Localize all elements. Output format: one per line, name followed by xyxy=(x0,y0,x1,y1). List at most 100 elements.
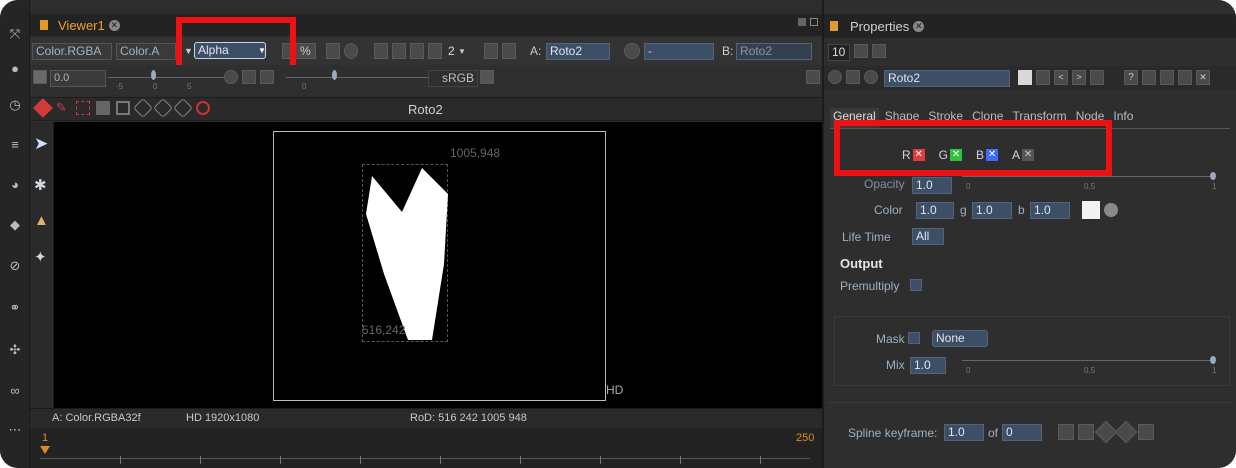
center-node-icon[interactable] xyxy=(846,70,860,84)
clear-panels-button[interactable] xyxy=(854,44,868,58)
opacity-slider-handle[interactable] xyxy=(1210,172,1216,180)
panel-menu-icon[interactable] xyxy=(40,20,48,30)
restore-defaults-icon[interactable] xyxy=(1090,70,1104,85)
tab-info[interactable]: Info xyxy=(1110,108,1136,128)
roto-shape[interactable] xyxy=(362,164,450,344)
premultiply-checkbox[interactable] xyxy=(910,279,922,291)
brush-tool-icon[interactable]: ✦ xyxy=(34,248,52,268)
filter-tool-icon[interactable]: ◆ xyxy=(5,215,25,235)
overlay-button[interactable] xyxy=(392,43,406,59)
pause-button[interactable] xyxy=(502,43,516,59)
add-point-icon[interactable]: ✱ xyxy=(34,176,52,196)
channel-tool-icon[interactable]: ≡ xyxy=(5,134,25,154)
auto-contrast-button[interactable] xyxy=(224,70,238,84)
mix-slider-handle[interactable] xyxy=(1210,356,1216,364)
roto-ripple-icon[interactable] xyxy=(196,101,210,115)
gain-slider-handle[interactable] xyxy=(151,70,156,80)
collapse-node-icon[interactable] xyxy=(828,70,842,84)
transform-tool-icon[interactable]: ⤧ xyxy=(5,24,25,44)
node-settings-icon[interactable] xyxy=(864,70,878,84)
mask-checkbox[interactable] xyxy=(908,332,920,344)
gain-toggle-button[interactable] xyxy=(33,70,47,84)
proxy-level-value[interactable]: 2 xyxy=(448,44,455,58)
clip-warning-button[interactable] xyxy=(344,43,358,59)
bbox-bottom-left-label: 516,242 xyxy=(362,323,406,337)
roto-feather-icon[interactable] xyxy=(96,101,110,115)
help-icon[interactable]: ? xyxy=(1124,70,1138,85)
minimize-node-icon[interactable] xyxy=(1160,70,1174,85)
spline-keyframe-field[interactable]: 1.0 xyxy=(944,424,984,441)
gain-slider-track[interactable] xyxy=(108,77,228,78)
other-tool-icon[interactable]: ∞ xyxy=(5,380,25,400)
opacity-slider-track[interactable] xyxy=(962,176,1214,177)
color-g-field[interactable]: 1.0 xyxy=(972,202,1012,219)
mask-select[interactable]: None xyxy=(932,330,988,347)
roto-pen-tool-icon[interactable]: ✎ xyxy=(56,101,70,115)
float-panel-icon[interactable] xyxy=(798,18,806,26)
color-label: Color xyxy=(874,203,903,217)
color-picker-button[interactable] xyxy=(806,70,820,84)
color-r-field[interactable]: 1.0 xyxy=(916,202,954,219)
3d-tool-icon[interactable]: ✣ xyxy=(5,340,25,360)
timeline-tick xyxy=(680,456,681,464)
panel-menu-icon[interactable] xyxy=(830,21,838,31)
minimize-panels-button[interactable] xyxy=(872,44,886,58)
prev-keyframe-icon[interactable] xyxy=(1058,424,1074,440)
color-picker-icon[interactable] xyxy=(1104,203,1118,217)
color-tool-icon[interactable]: ◕ xyxy=(5,174,25,194)
gamma-slider-track[interactable] xyxy=(286,77,446,78)
refresh-button[interactable] xyxy=(484,43,498,59)
channels-main-select[interactable]: Color.A xyxy=(116,43,176,60)
merge-tool-icon[interactable]: ⚭ xyxy=(5,298,25,318)
bezier-tool-icon[interactable]: ▲ xyxy=(34,212,52,232)
viewer-toolbar-row2 xyxy=(30,65,822,95)
close-tab-icon[interactable]: ✕ xyxy=(108,19,120,31)
colorspace-select[interactable]: sRGB xyxy=(428,70,478,87)
gain-value-field[interactable]: 0.0 xyxy=(50,70,106,87)
viewer-tab[interactable]: Viewer1 ✕ xyxy=(36,16,124,34)
paint-tool-icon[interactable]: ● xyxy=(5,58,25,78)
redo-icon[interactable]: > xyxy=(1072,70,1086,85)
mix-field[interactable]: 1.0 xyxy=(910,357,946,374)
input-a-select[interactable]: Roto2 xyxy=(546,43,610,60)
select-arrow-icon[interactable]: ➤ xyxy=(34,134,52,154)
more-tools-icon[interactable]: ⋯ xyxy=(5,420,25,440)
merge-operator-select[interactable]: - xyxy=(644,43,714,60)
overlay-color-icon[interactable] xyxy=(1036,70,1050,85)
roto-bbox-tool-icon[interactable] xyxy=(76,101,90,115)
checkerboard-button[interactable] xyxy=(480,70,494,84)
float-node-icon[interactable] xyxy=(1178,70,1192,85)
playhead-marker[interactable] xyxy=(40,446,50,454)
keyer-tool-icon[interactable]: ⊘ xyxy=(5,256,25,276)
color-b-field[interactable]: 1.0 xyxy=(1030,202,1070,219)
time-tool-icon[interactable]: ◷ xyxy=(5,95,25,115)
pin-icon[interactable] xyxy=(1142,70,1156,85)
opacity-field[interactable]: 1.0 xyxy=(912,177,952,194)
timeline[interactable] xyxy=(30,428,822,468)
render-scale-button[interactable] xyxy=(410,43,424,59)
mix-slider-track[interactable] xyxy=(962,360,1214,361)
gamma-reset-button[interactable] xyxy=(260,70,274,84)
input-b-select[interactable]: Roto2 xyxy=(736,43,812,60)
properties-tab[interactable]: Properties ✕ xyxy=(830,16,925,36)
undo-icon[interactable]: < xyxy=(1054,70,1068,85)
mipmap-button[interactable] xyxy=(428,43,442,59)
channels-layer-select[interactable]: Color.RGBA xyxy=(32,43,112,60)
color-swatch[interactable] xyxy=(1082,201,1100,219)
close-panel-icon[interactable] xyxy=(810,18,818,26)
roto-tangent-icon[interactable] xyxy=(116,101,130,115)
gamma-slider-handle[interactable] xyxy=(332,70,337,80)
merge-mode-button[interactable] xyxy=(624,43,640,59)
gamma-toggle-button[interactable] xyxy=(242,70,256,84)
max-panels-field[interactable]: 10 xyxy=(828,44,850,61)
next-keyframe-icon[interactable] xyxy=(1078,424,1094,440)
close-tab-icon[interactable]: ✕ xyxy=(913,20,925,32)
proxy-toggle-button[interactable] xyxy=(326,43,340,59)
node-name-field[interactable]: Roto2 xyxy=(884,70,1010,87)
spline-of-field[interactable]: 0 xyxy=(1002,424,1042,441)
roi-button[interactable] xyxy=(374,43,388,59)
clear-keyframes-icon[interactable] xyxy=(1138,424,1154,440)
node-color-swatch[interactable] xyxy=(1018,70,1032,85)
close-node-icon[interactable]: ✕ xyxy=(1196,70,1210,85)
life-time-select[interactable]: All xyxy=(912,228,944,245)
